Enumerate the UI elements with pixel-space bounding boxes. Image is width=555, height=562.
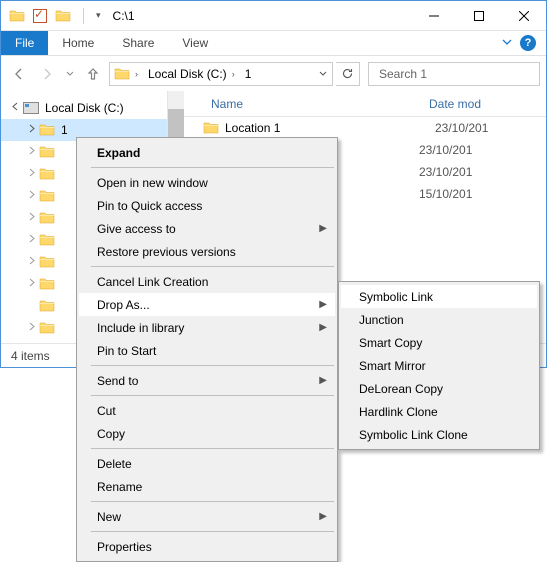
ribbon-expand-icon[interactable] <box>494 36 520 50</box>
sub-symlink-clone[interactable]: Symbolic Link Clone <box>341 423 537 446</box>
column-headers[interactable]: Name Date mod <box>181 91 546 117</box>
item-count: 4 items <box>11 349 50 363</box>
minimize-button[interactable] <box>411 1 456 30</box>
ctx-open-new-window[interactable]: Open in new window <box>79 171 335 194</box>
window-title: C:\1 <box>109 9 411 23</box>
ctx-properties[interactable]: Properties <box>79 535 335 558</box>
qat-newfolder-icon[interactable] <box>55 8 71 24</box>
sub-smart-copy[interactable]: Smart Copy <box>341 331 537 354</box>
separator <box>91 167 334 168</box>
ctx-restore-versions[interactable]: Restore previous versions <box>79 240 335 263</box>
submenu-arrow-icon: ▶ <box>319 299 327 310</box>
separator <box>91 365 334 366</box>
address-seg-drive[interactable]: Local Disk (C:)› <box>144 63 241 85</box>
ctx-include-library[interactable]: Include in library▶ <box>79 316 335 339</box>
ctx-give-access[interactable]: Give access to▶ <box>79 217 335 240</box>
search-placeholder: Search 1 <box>379 67 427 81</box>
sub-junction[interactable]: Junction <box>341 308 537 331</box>
qat-customize-icon[interactable]: ▾ <box>96 10 101 21</box>
refresh-button[interactable] <box>336 62 360 86</box>
submenu-arrow-icon: ▶ <box>319 322 327 333</box>
separator <box>91 395 334 396</box>
submenu-arrow-icon: ▶ <box>319 511 327 522</box>
ctx-rename[interactable]: Rename <box>79 475 335 498</box>
address-root[interactable]: › <box>110 63 144 85</box>
app-folder-icon <box>9 8 25 24</box>
ctx-pin-start[interactable]: Pin to Start <box>79 339 335 362</box>
expand-icon[interactable] <box>25 124 37 136</box>
address-bar[interactable]: › Local Disk (C:)› 1 <box>109 62 333 86</box>
help-button[interactable]: ? <box>520 35 536 51</box>
share-tab[interactable]: Share <box>108 31 168 55</box>
file-tab[interactable]: File <box>1 31 48 55</box>
col-date[interactable]: Date mod <box>421 97 481 111</box>
up-button[interactable] <box>81 62 105 86</box>
file-row[interactable]: Location 1 23/10/201 <box>181 117 546 139</box>
qat-properties-icon[interactable] <box>33 9 47 23</box>
ctx-copy[interactable]: Copy <box>79 422 335 445</box>
submenu-arrow-icon: ▶ <box>319 375 327 386</box>
view-tab[interactable]: View <box>168 31 222 55</box>
submenu-drop-as[interactable]: Symbolic Link Junction Smart Copy Smart … <box>338 281 540 450</box>
submenu-arrow-icon: ▶ <box>319 223 327 234</box>
separator <box>91 531 334 532</box>
ctx-send-to[interactable]: Send to▶ <box>79 369 335 392</box>
recent-button[interactable] <box>63 62 77 86</box>
qat-divider <box>83 8 84 24</box>
search-input[interactable]: Search 1 <box>368 62 540 86</box>
ctx-pin-quick-access[interactable]: Pin to Quick access <box>79 194 335 217</box>
sub-hardlink-clone[interactable]: Hardlink Clone <box>341 400 537 423</box>
titlebar: ▾ C:\1 <box>1 1 546 31</box>
maximize-button[interactable] <box>456 1 501 30</box>
sub-smart-mirror[interactable]: Smart Mirror <box>341 354 537 377</box>
forward-button[interactable] <box>35 62 59 86</box>
folder-icon <box>39 122 55 138</box>
folder-icon <box>203 120 219 136</box>
close-button[interactable] <box>501 1 546 30</box>
navbar: › Local Disk (C:)› 1 Search 1 <box>1 56 546 91</box>
context-menu[interactable]: Expand Open in new window Pin to Quick a… <box>76 137 338 562</box>
home-tab[interactable]: Home <box>48 31 108 55</box>
address-dropdown[interactable] <box>314 67 332 81</box>
drive-icon <box>23 102 39 114</box>
ctx-drop-as[interactable]: Drop As...▶ <box>79 293 335 316</box>
address-seg-folder[interactable]: 1 <box>241 63 256 85</box>
ctx-expand[interactable]: Expand <box>79 141 335 164</box>
sub-delorean-copy[interactable]: DeLorean Copy <box>341 377 537 400</box>
ctx-new[interactable]: New▶ <box>79 505 335 528</box>
separator <box>91 448 334 449</box>
ctx-cancel-link[interactable]: Cancel Link Creation <box>79 270 335 293</box>
tree-root[interactable]: Local Disk (C:) <box>1 97 181 119</box>
collapse-icon[interactable] <box>9 102 21 114</box>
separator <box>91 501 334 502</box>
sub-symbolic-link[interactable]: Symbolic Link <box>341 285 537 308</box>
ctx-cut[interactable]: Cut <box>79 399 335 422</box>
ctx-delete[interactable]: Delete <box>79 452 335 475</box>
col-name[interactable]: Name <box>181 97 421 111</box>
separator <box>91 266 334 267</box>
back-button[interactable] <box>7 62 31 86</box>
ribbon: File Home Share View ? <box>1 31 546 56</box>
